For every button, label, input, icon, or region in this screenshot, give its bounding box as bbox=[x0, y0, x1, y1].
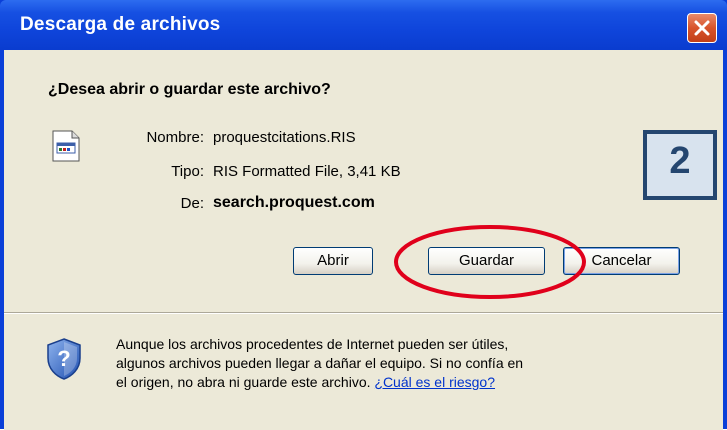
step-badge: 2 bbox=[643, 130, 717, 200]
title-bar[interactable]: Descarga de archivos bbox=[0, 0, 727, 50]
step-number: 2 bbox=[669, 140, 691, 182]
file-download-dialog: Descarga de archivos ¿Desea abrir o guar… bbox=[0, 0, 727, 430]
window-title: Descarga de archivos bbox=[20, 14, 221, 35]
open-button[interactable]: Abrir bbox=[293, 247, 373, 275]
file-icon bbox=[52, 130, 80, 167]
type-label: Tipo: bbox=[171, 163, 204, 180]
security-shield-icon: ? bbox=[46, 338, 82, 385]
source-value: search.proquest.com bbox=[213, 194, 375, 211]
divider bbox=[4, 313, 723, 314]
warning-text: Aunque los archivos procedentes de Inter… bbox=[116, 335, 616, 392]
close-icon bbox=[694, 20, 710, 36]
from-label: De: bbox=[180, 195, 204, 212]
risk-link[interactable]: ¿Cuál es el riesgo? bbox=[374, 374, 495, 390]
close-button[interactable] bbox=[687, 13, 717, 43]
warning-line-2: algunos archivos pueden llegar a dañar e… bbox=[116, 355, 524, 371]
warning-line-1: Aunque los archivos procedentes de Inter… bbox=[116, 336, 509, 352]
dialog-body: ¿Desea abrir o guardar este archivo? Nom… bbox=[4, 50, 723, 430]
file-type-value: RIS Formatted File, 3,41 KB bbox=[213, 163, 401, 180]
highlight-ellipse bbox=[394, 225, 586, 299]
name-label: Nombre: bbox=[146, 129, 204, 146]
warning-line-3: el origen, no abra ni guarde este archiv… bbox=[116, 374, 371, 390]
dialog-question: ¿Desea abrir o guardar este archivo? bbox=[48, 81, 331, 98]
file-name-value: proquestcitations.RIS bbox=[213, 129, 356, 146]
svg-text:?: ? bbox=[57, 346, 70, 371]
